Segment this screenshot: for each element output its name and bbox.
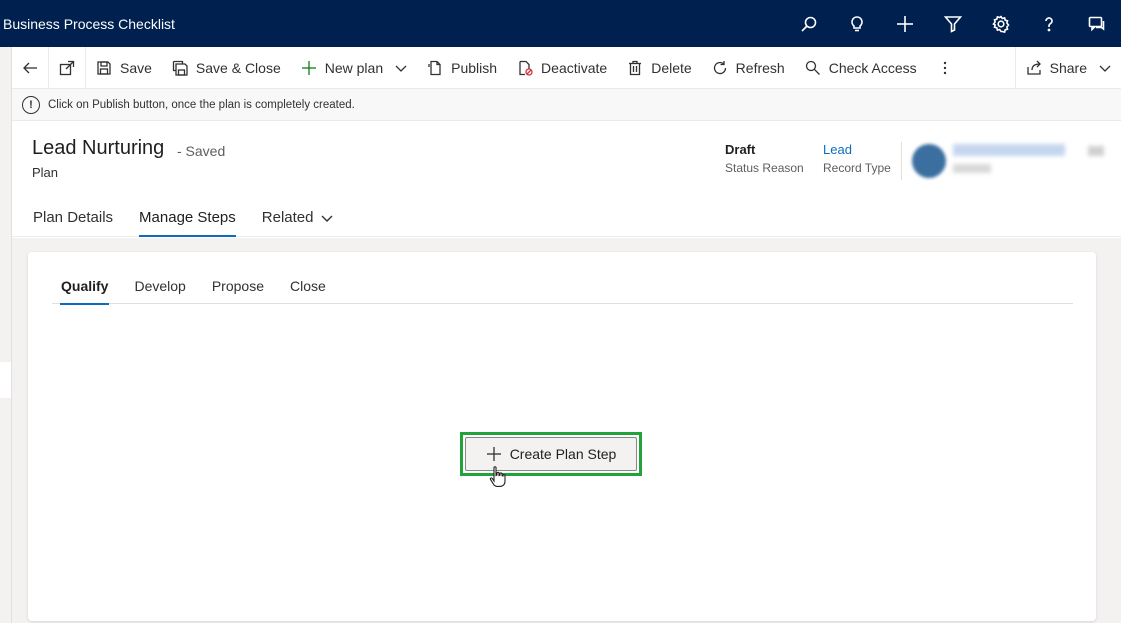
share-icon: [1026, 60, 1041, 75]
publish-icon: [428, 60, 441, 75]
popout-icon: [59, 60, 75, 75]
refresh-icon: [713, 60, 726, 74]
tab-label: Related: [261, 209, 314, 226]
plus-icon: [486, 447, 501, 461]
share-label: Share: [1049, 60, 1087, 76]
deactivate-label: Deactivate: [541, 59, 608, 76]
trash-icon: [629, 60, 642, 75]
publish-label: Publish: [451, 59, 498, 76]
stage-label: Close: [290, 278, 326, 294]
record-type-field: Lead Record Type: [823, 142, 891, 175]
form-tabs: Plan Details Manage Steps Related: [24, 198, 350, 237]
delete-button[interactable]: Delete: [617, 47, 701, 89]
tab-plan-details[interactable]: Plan Details: [24, 198, 122, 237]
more-commands-button[interactable]: [927, 47, 963, 89]
lightbulb-icon[interactable]: [833, 0, 881, 47]
hand-cursor-icon: [489, 466, 506, 487]
stage-tabs: Qualify Develop Propose Close: [52, 268, 1073, 305]
save-status: - Saved: [177, 143, 226, 159]
record-type-label: Record Type: [823, 161, 891, 175]
save-label: Save: [120, 59, 152, 76]
status-reason-value: Draft: [725, 142, 756, 157]
owner-label-redacted: [953, 164, 991, 173]
help-icon[interactable]: [1025, 0, 1073, 47]
chevron-down-icon[interactable]: [395, 62, 407, 74]
record-type-value[interactable]: Lead: [823, 142, 891, 157]
save-close-button[interactable]: Save & Close: [162, 47, 291, 89]
search-icon[interactable]: [785, 0, 833, 47]
stage-tab-close[interactable]: Close: [281, 268, 335, 304]
stage-tab-develop[interactable]: Develop: [125, 268, 194, 304]
form-body: Qualify Develop Propose Close Create Pla…: [12, 238, 1121, 623]
status-reason-field: Draft Status Reason: [725, 142, 804, 175]
save-button[interactable]: Save: [86, 47, 162, 89]
stage-label: Propose: [211, 278, 264, 294]
check-access-button[interactable]: Check Access: [795, 47, 927, 89]
chevron-down-icon[interactable]: [1099, 62, 1111, 74]
delete-label: Delete: [651, 59, 692, 76]
more-icon: [943, 61, 946, 74]
left-rail-selected: [0, 362, 11, 398]
app-title[interactable]: Business Process Checklist: [3, 16, 175, 32]
new-plan-label: New plan: [324, 59, 384, 76]
stage-label: Develop: [134, 278, 186, 294]
top-nav-bar: Business Process Checklist: [0, 0, 1121, 47]
status-reason-label: Status Reason: [725, 161, 804, 175]
deactivate-icon: [519, 60, 533, 76]
tab-related[interactable]: Related: [253, 198, 343, 237]
plus-icon: [301, 60, 316, 75]
avatar[interactable]: [912, 144, 946, 178]
top-icons: [785, 0, 1121, 47]
chat-icon[interactable]: [1073, 0, 1121, 47]
info-icon: !: [22, 95, 40, 114]
command-bar: Save Save & Close New plan Publish Deact…: [12, 46, 1121, 89]
save-icon: [97, 60, 111, 75]
new-plan-button[interactable]: New plan: [291, 47, 417, 89]
check-access-label: Check Access: [828, 59, 917, 76]
save-close-label: Save & Close: [195, 59, 281, 76]
owner-name-redacted[interactable]: [953, 144, 1065, 156]
tab-label: Plan Details: [33, 209, 114, 226]
gear-icon[interactable]: [977, 0, 1025, 47]
notification-bar: ! Click on Publish button, once the plan…: [12, 89, 1121, 121]
save-close-icon: [172, 60, 188, 76]
left-rail: [0, 47, 12, 623]
tab-label: Manage Steps: [139, 209, 236, 226]
record-title: Lead Nurturing: [32, 137, 165, 159]
open-new-window-button[interactable]: [49, 47, 85, 89]
stage-label: Qualify: [61, 278, 109, 294]
publish-button[interactable]: Publish: [417, 47, 507, 89]
manage-steps-card: Qualify Develop Propose Close Create Pla…: [28, 252, 1096, 621]
check-access-icon: [805, 60, 820, 75]
share-button[interactable]: Share: [1016, 47, 1121, 89]
notification-text: Click on Publish button, once the plan i…: [48, 98, 355, 111]
refresh-button[interactable]: Refresh: [702, 47, 795, 89]
stage-tab-qualify[interactable]: Qualify: [52, 268, 117, 305]
deactivate-button[interactable]: Deactivate: [507, 47, 617, 89]
back-arrow-icon: [23, 62, 37, 73]
share-area: Share: [1014, 47, 1121, 89]
back-button[interactable]: [12, 47, 48, 89]
stage-tab-propose[interactable]: Propose: [203, 268, 273, 304]
entity-name: Plan: [32, 165, 59, 180]
plus-icon[interactable]: [881, 0, 929, 47]
tab-manage-steps[interactable]: Manage Steps: [130, 198, 245, 237]
header-expand-redacted[interactable]: [1088, 146, 1104, 156]
record-header: Lead Nurturing - Saved Plan Draft Status…: [12, 122, 1121, 237]
divider: [901, 142, 902, 180]
filter-icon[interactable]: [929, 0, 977, 47]
refresh-label: Refresh: [735, 59, 785, 76]
chevron-down-icon: [321, 215, 333, 222]
create-plan-step-label: Create Plan Step: [509, 446, 617, 462]
